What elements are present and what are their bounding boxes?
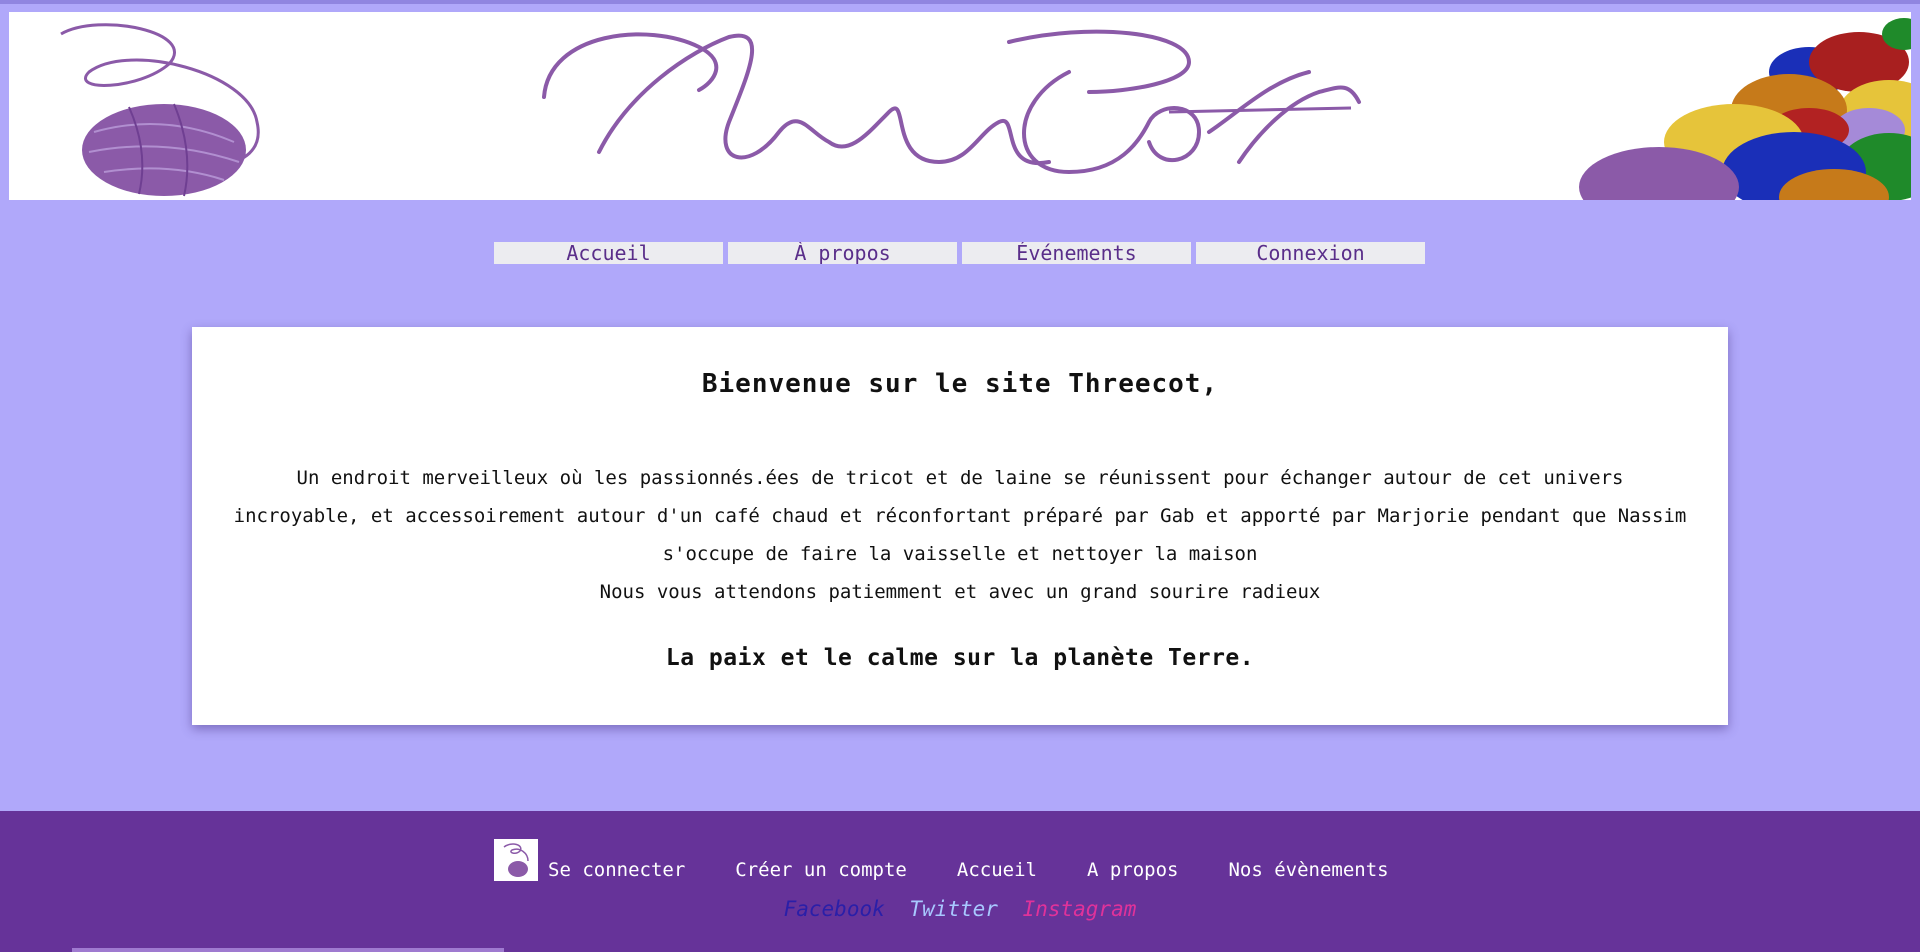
yarn-ball-left [60,23,260,197]
top-strip [0,0,1920,4]
footer-link-se-connecter[interactable]: Se connecter [548,859,685,881]
footer-logo-icon[interactable] [494,839,538,881]
footer: Se connecter Créer un compte Accueil A p… [0,811,1920,952]
main-nav: Accueil À propos Événements Connexion [494,242,1426,264]
instagram-link[interactable]: Instagram [1023,897,1137,921]
nav-item-connexion[interactable]: Connexion [1196,242,1425,264]
slogan: La paix et le calme sur la planète Terre… [665,645,1255,671]
footer-link-accueil[interactable]: Accueil [957,859,1037,881]
twitter-link[interactable]: Twitter [909,897,998,921]
facebook-link[interactable]: Facebook [784,897,885,921]
bottom-scroll-indicator [72,948,504,952]
header-banner [9,12,1911,200]
welcome-paragraph: Un endroit merveilleux où les passionnés… [233,467,1687,565]
welcome-text: Un endroit merveilleux où les passionnés… [232,459,1688,611]
footer-link-evenements[interactable]: Nos évènements [1228,859,1388,881]
footer-link-a-propos[interactable]: A propos [1087,859,1179,881]
nav-item-a-propos[interactable]: À propos [728,242,957,264]
nav-item-accueil[interactable]: Accueil [494,242,723,264]
nav-item-evenements[interactable]: Événements [962,242,1191,264]
yarn-pile-right [1579,18,1911,200]
page: Accueil À propos Événements Connexion Bi… [0,0,1920,952]
welcome-card: Bienvenue sur le site Threecot, Un endro… [192,327,1728,725]
footer-link-creer-compte[interactable]: Créer un compte [735,859,907,881]
footer-nav: Se connecter Créer un compte Accueil A p… [494,839,1389,881]
welcome-invitation: Nous vous attendons patiemment et avec u… [599,581,1321,603]
social-links: Facebook Twitter Instagram [0,897,1920,921]
banner-artwork [60,18,1911,200]
page-title: Bienvenue sur le site Threecot, [701,369,1219,399]
threecot-logo [542,29,1361,175]
